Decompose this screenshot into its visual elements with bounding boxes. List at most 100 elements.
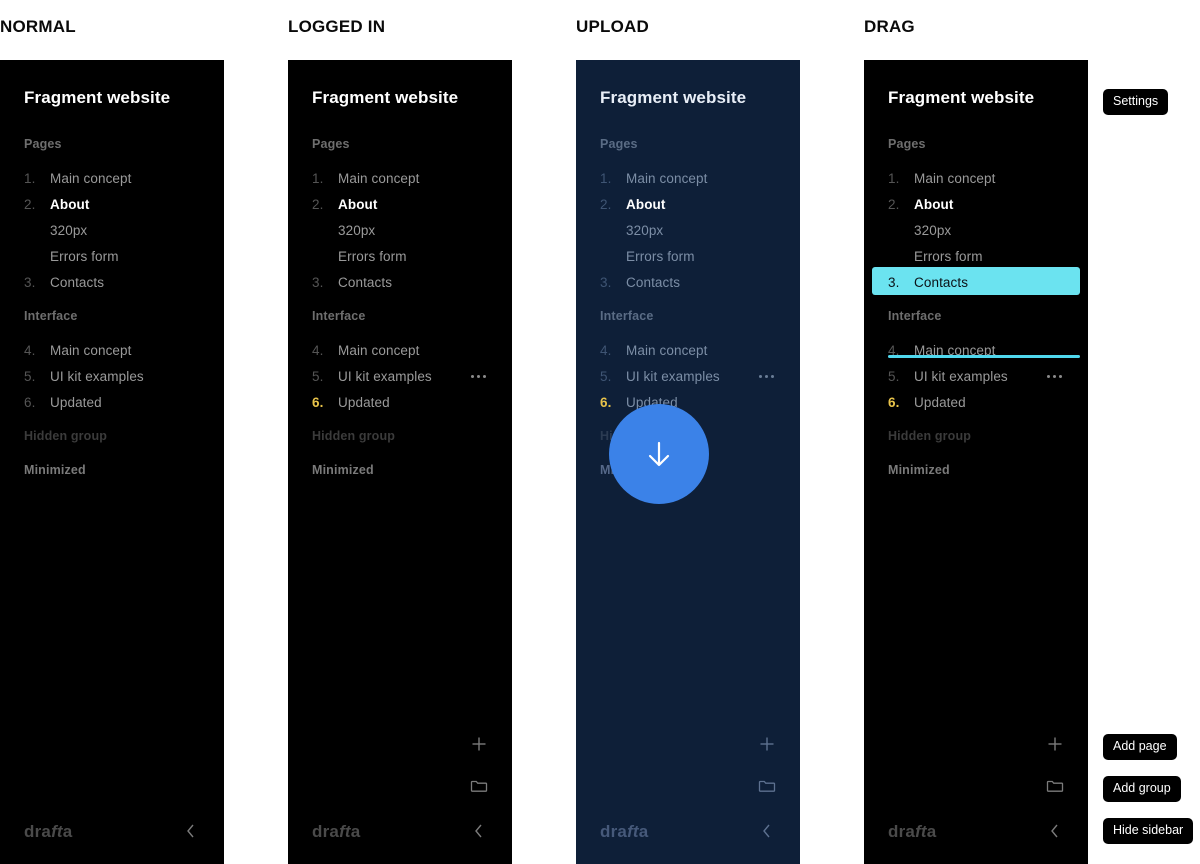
sidebar-item-errors-form[interactable]: Errors form — [288, 245, 512, 267]
item-number: 2. — [312, 196, 324, 212]
logo-italic: ft — [915, 822, 927, 841]
sidebar-item-errors-form[interactable]: Errors form — [864, 245, 1088, 267]
sidebar-item-ui-kit-examples[interactable]: 5. UI kit examples — [0, 365, 224, 387]
item-label: UI kit examples — [914, 368, 1008, 384]
folder-icon[interactable] — [468, 775, 490, 797]
section-caption-normal: NORMAL — [0, 17, 76, 36]
sidebar-item-about[interactable]: 2. About — [288, 193, 512, 215]
logo-suffix: a — [926, 822, 937, 841]
group-label-pages: Pages — [888, 137, 926, 151]
group-label-hidden-group: Hidden group — [312, 429, 396, 443]
group-label-minimized: Minimized — [888, 463, 950, 477]
section-caption-loggedin: LOGGED IN — [288, 17, 386, 36]
folder-icon[interactable] — [1044, 775, 1066, 797]
sidebar-item-main-concept[interactable]: 1. Main concept — [864, 167, 1088, 189]
sidebar-item-updated[interactable]: 6. Updated — [864, 391, 1088, 413]
group-label-pages: Pages — [24, 137, 62, 151]
upload-drop-indicator[interactable] — [609, 404, 709, 504]
group-label-pages: Pages — [312, 137, 350, 151]
item-label: Updated — [50, 394, 102, 410]
sidebar-item-about[interactable]: 2. About — [576, 193, 800, 215]
item-number: 3. — [24, 274, 36, 290]
sidebar-item-updated[interactable]: 6. Updated — [288, 391, 512, 413]
sidebar-item-contacts-dragging[interactable]: 3. Contacts — [864, 271, 1088, 293]
item-number: 3. — [600, 274, 612, 290]
group-label-hidden-group: Hidden group — [24, 429, 108, 443]
item-label: Main concept — [50, 170, 132, 186]
group-label-interface: Interface — [24, 309, 78, 323]
logo-prefix: dra — [600, 822, 628, 841]
sidebar-panel-normal: Fragment website Pages 1. Main concept 2… — [0, 60, 224, 864]
logo-prefix: dra — [888, 822, 916, 841]
plus-icon[interactable] — [468, 733, 490, 755]
item-number: 4. — [24, 342, 36, 358]
sidebar-item-errors-form[interactable]: Errors form — [0, 245, 224, 267]
page-title: Fragment website — [600, 88, 747, 107]
more-options-icon[interactable] — [471, 374, 486, 378]
section-caption-drag: DRAG — [864, 17, 915, 36]
sidebar-item-contacts[interactable]: 3. Contacts — [288, 271, 512, 293]
sidebar-item-320px[interactable]: 320px — [0, 219, 224, 241]
sidebar-item-320px[interactable]: 320px — [288, 219, 512, 241]
item-label: Main concept — [626, 342, 708, 358]
page-title: Fragment website — [888, 88, 1035, 107]
logo-suffix: a — [638, 822, 649, 841]
group-label-interface: Interface — [888, 309, 942, 323]
collapse-icon[interactable] — [756, 820, 778, 842]
item-label: Errors form — [914, 248, 983, 264]
sidebar-item-main-concept[interactable]: 1. Main concept — [0, 167, 224, 189]
more-options-icon[interactable] — [759, 374, 774, 378]
tooltip-add-page[interactable]: Add page — [1103, 734, 1177, 760]
item-label: Errors form — [626, 248, 695, 264]
sidebar-item-320px[interactable]: 320px — [864, 219, 1088, 241]
sidebar-item-interface-main-concept[interactable]: 4. Main concept — [0, 339, 224, 361]
sidebar-item-contacts[interactable]: 3. Contacts — [576, 271, 800, 293]
sidebar-item-about[interactable]: 2. About — [864, 193, 1088, 215]
sidebar-item-ui-kit-examples[interactable]: 5. UI kit examples — [576, 365, 800, 387]
item-number: 6. — [312, 394, 324, 410]
tooltip-hide-sidebar[interactable]: Hide sidebar — [1103, 818, 1194, 844]
page-title: Fragment website — [312, 88, 459, 107]
sidebar-item-errors-form[interactable]: Errors form — [576, 245, 800, 267]
item-label: Updated — [914, 394, 966, 410]
item-number: 1. — [312, 170, 324, 186]
brand-logo: drafta — [24, 822, 72, 842]
brand-logo: drafta — [312, 822, 360, 842]
plus-icon[interactable] — [1044, 733, 1066, 755]
sidebar-item-interface-main-concept[interactable]: 4. Main concept — [288, 339, 512, 361]
tooltip-add-group[interactable]: Add group — [1103, 776, 1181, 802]
sidebar-item-main-concept[interactable]: 1. Main concept — [576, 167, 800, 189]
sidebar-item-ui-kit-examples[interactable]: 5. UI kit examples — [288, 365, 512, 387]
item-number: 6. — [888, 394, 900, 410]
item-label: Contacts — [914, 274, 969, 290]
collapse-icon[interactable] — [180, 820, 202, 842]
item-number: 2. — [888, 196, 900, 212]
item-number: 4. — [600, 342, 612, 358]
logo-italic: ft — [339, 822, 351, 841]
sidebar-item-updated[interactable]: 6. Updated — [0, 391, 224, 413]
folder-icon[interactable] — [756, 775, 778, 797]
item-label: Updated — [338, 394, 390, 410]
sidebar-item-ui-kit-examples[interactable]: 5. UI kit examples — [864, 365, 1088, 387]
tooltip-settings[interactable]: Settings — [1103, 89, 1169, 115]
screenshot-canvas: NORMAL LOGGED IN UPLOAD DRAG Fragment we… — [0, 0, 1200, 864]
plus-icon[interactable] — [756, 733, 778, 755]
item-number: 4. — [312, 342, 324, 358]
collapse-icon[interactable] — [468, 820, 490, 842]
sidebar-panel-loggedin: Fragment website Pages 1. Main concept 2… — [288, 60, 512, 864]
sidebar-item-main-concept[interactable]: 1. Main concept — [288, 167, 512, 189]
logo-italic: ft — [627, 822, 639, 841]
item-label: About — [338, 196, 378, 212]
item-number: 5. — [24, 368, 36, 384]
sidebar-item-interface-main-concept[interactable]: 4. Main concept — [576, 339, 800, 361]
sidebar-item-contacts[interactable]: 3. Contacts — [0, 271, 224, 293]
sidebar-item-320px[interactable]: 320px — [576, 219, 800, 241]
sidebar-item-updated[interactable]: 6. Updated — [576, 391, 800, 413]
item-label: UI kit examples — [338, 368, 432, 384]
sidebar-item-about[interactable]: 2. About — [0, 193, 224, 215]
more-options-icon[interactable] — [1047, 374, 1062, 378]
collapse-icon[interactable] — [1044, 820, 1066, 842]
item-label: Contacts — [626, 274, 681, 290]
group-label-hidden-group: Hidden group — [888, 429, 972, 443]
item-label: Contacts — [338, 274, 393, 290]
